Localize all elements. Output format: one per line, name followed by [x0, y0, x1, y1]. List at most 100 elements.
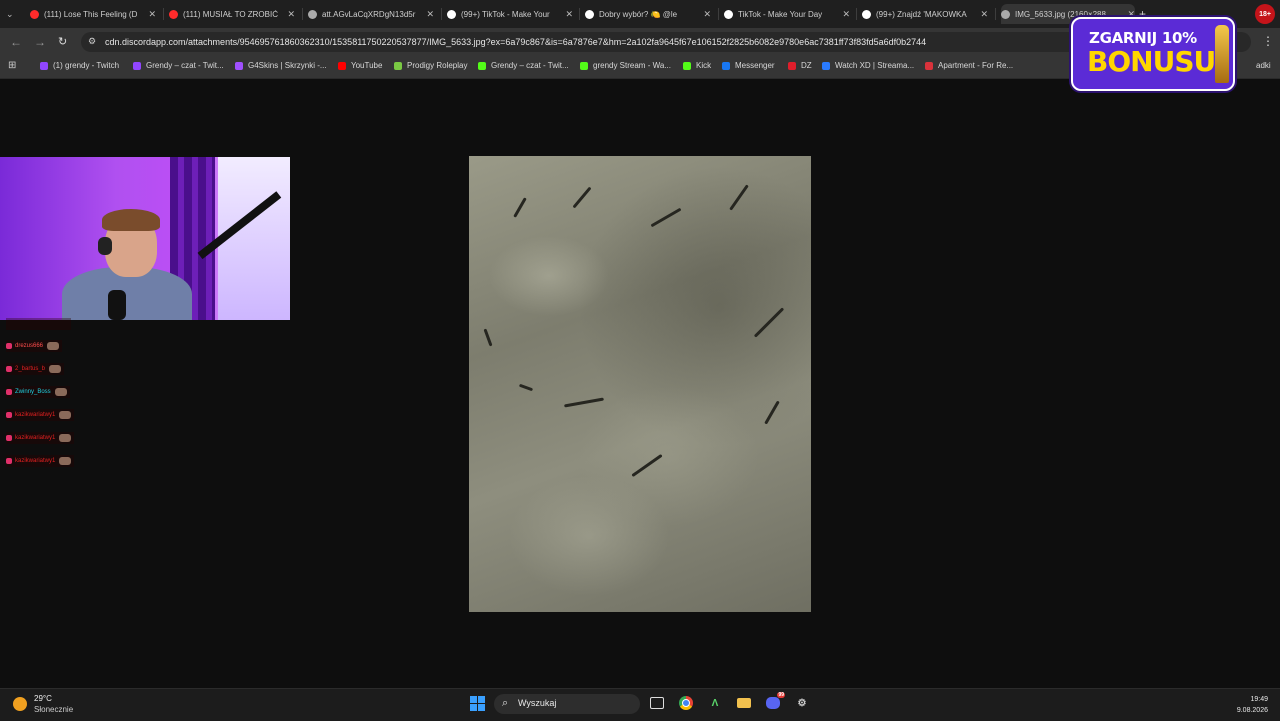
url-text[interactable]: cdn.discordapp.com/attachments/954695761…: [105, 37, 926, 47]
crack-mark: [513, 197, 527, 218]
clock-time: 19:49: [1250, 696, 1268, 703]
close-icon[interactable]: ✕: [426, 9, 434, 20]
chat-username: Zwinny_Boss: [15, 389, 51, 395]
discord-icon[interactable]: 99: [765, 692, 785, 711]
site-info-icon[interactable]: ⚙: [88, 36, 96, 47]
tab-6[interactable]: (99+) Znajdź 'MAKOWKA ✕: [862, 4, 988, 24]
windows-start-icon[interactable]: [469, 695, 485, 711]
tab-1[interactable]: (111) MUSIAŁ TO ZROBIĆ ✕: [169, 4, 295, 24]
globe-icon: [1001, 9, 1010, 19]
chat-message: kazikwariatwy1: [6, 455, 75, 467]
sun-icon[interactable]: [13, 697, 27, 711]
tab-separator: [163, 8, 164, 20]
chat-badge-icon: [6, 366, 12, 372]
close-icon[interactable]: ✕: [703, 9, 711, 20]
youtube-icon: [30, 9, 39, 19]
tiktok-icon: [724, 9, 733, 19]
youtube-icon: [169, 9, 178, 19]
tab-separator: [718, 8, 719, 20]
globe-icon: [308, 9, 317, 19]
chat-badge-icon: [6, 343, 12, 349]
bookmark-item[interactable]: DZ: [788, 61, 812, 70]
forward-icon[interactable]: →: [34, 35, 46, 49]
bookmark-item[interactable]: Prodigy Roleplay: [394, 61, 467, 70]
tab-2[interactable]: att.AGvLaCqXRDgN13d5r ✕: [308, 4, 434, 24]
chat-badge-icon: [6, 435, 12, 441]
taskbar-search[interactable]: [494, 694, 640, 714]
bookmark-label: grendy Stream - Wa...: [593, 61, 671, 70]
apps-grid-icon[interactable]: ⊞: [8, 60, 16, 71]
bookmark-item[interactable]: Kick: [683, 61, 711, 70]
tab-title: (111) Lose This Feeling (D: [44, 9, 138, 19]
webcam-feed: [0, 157, 290, 320]
emote-icon: [59, 434, 72, 442]
folder-shape: [737, 698, 751, 708]
bookmark-item[interactable]: Messenger: [722, 61, 775, 70]
bookmark-label: Kick: [696, 61, 712, 70]
bookmark-item[interactable]: (1) grendy - Twitch: [40, 61, 119, 70]
tab-0[interactable]: (111) Lose This Feeling (D ✕: [30, 4, 156, 24]
clock-date: 9.08.2026: [1236, 707, 1268, 714]
taskbar: [0, 688, 1280, 721]
settings-gear-icon[interactable]: ⚙: [794, 695, 810, 711]
tab-4[interactable]: Dobry wybór? 🍋 @le ✕: [585, 4, 711, 24]
close-icon[interactable]: ✕: [287, 9, 295, 20]
bookmark-label: Grendy – czat - Twit...: [146, 61, 224, 70]
age-restriction-badge: 18+: [1255, 4, 1275, 24]
promo-banner: ZGARNIJ 10% BONUSU: [1071, 17, 1235, 91]
close-icon[interactable]: ✕: [980, 9, 988, 20]
tab-separator: [302, 8, 303, 20]
bookmark-favicon-icon: [394, 61, 402, 70]
tab-search-chevron-icon[interactable]: ⌄: [6, 4, 20, 24]
tiktok-icon: [447, 9, 456, 19]
chat-message: kazikwariatwy1: [6, 432, 75, 444]
tab-3[interactable]: (99+) TikTok - Make Your ✕: [447, 4, 573, 24]
bookmark-item[interactable]: G4Skins | Skrzynki -...: [235, 61, 327, 70]
bookmark-item[interactable]: Apartment - For Re...: [925, 61, 1013, 70]
close-icon[interactable]: ✕: [148, 9, 156, 20]
bookmark-favicon-icon: [822, 61, 830, 70]
headset-icon: [98, 237, 112, 255]
bookmark-item[interactable]: Watch XD | Streama...: [822, 61, 914, 70]
bookmark-item[interactable]: Grendy – czat - Twit...: [478, 61, 569, 70]
bookmark-favicon-icon: [40, 61, 48, 70]
bookmark-item[interactable]: grendy Stream - Wa...: [580, 61, 671, 70]
chrome-icon[interactable]: [678, 695, 694, 711]
weather-temperature[interactable]: 29°C: [34, 694, 52, 703]
close-icon[interactable]: ✕: [565, 9, 573, 20]
reload-icon[interactable]: ↻: [58, 35, 67, 48]
microphone-icon: [108, 290, 126, 320]
bottle-icon: [1215, 25, 1229, 83]
menu-icon[interactable]: ⋮: [1262, 34, 1274, 48]
close-icon[interactable]: ✕: [842, 9, 850, 20]
bookmark-item[interactable]: YouTube: [338, 61, 382, 70]
system-clock[interactable]: 19:49 9.08.2026: [1237, 694, 1268, 716]
tab-title: att.AGvLaCqXRDgN13d5r: [322, 9, 416, 19]
tab-title: (99+) TikTok - Make Your: [461, 9, 550, 19]
bookmark-favicon-icon: [235, 61, 243, 70]
bookmark-label: Apartment - For Re...: [938, 61, 1014, 70]
bookmark-favicon-icon: [925, 61, 933, 70]
task-view-icon[interactable]: [649, 695, 665, 711]
crack-mark: [764, 400, 780, 425]
bookmarks-more[interactable]: adki: [1256, 61, 1271, 70]
file-explorer-icon[interactable]: [736, 695, 752, 711]
weather-description[interactable]: Słonecznie: [34, 705, 73, 714]
chrome-logo: [679, 696, 693, 710]
chat-username: kazikwariatwy1: [15, 412, 56, 418]
bookmark-label: G4Skins | Skrzynki -...: [248, 61, 327, 70]
viewed-image: [469, 156, 811, 612]
search-icon: ⌕: [502, 697, 509, 709]
tab-title: (111) MUSIAŁ TO ZROBIĆ: [183, 9, 278, 19]
bookmark-item[interactable]: Grendy – czat - Twit...: [133, 61, 224, 70]
search-placeholder[interactable]: Wyszukaj: [518, 698, 556, 708]
chat-username: kazikwariatwy1: [15, 435, 56, 441]
streamer-hair: [102, 209, 160, 231]
tab-title: Dobry wybór? 🍋 @le: [599, 9, 678, 19]
tab-5[interactable]: TikTok - Make Your Day ✕: [724, 4, 850, 24]
back-icon[interactable]: ←: [10, 35, 22, 49]
chat-message: Zwinny_Boss: [6, 386, 70, 398]
chrome-center: [682, 699, 690, 707]
app-icon-green[interactable]: Λ: [707, 695, 723, 711]
bookmark-favicon-icon: [722, 61, 730, 70]
